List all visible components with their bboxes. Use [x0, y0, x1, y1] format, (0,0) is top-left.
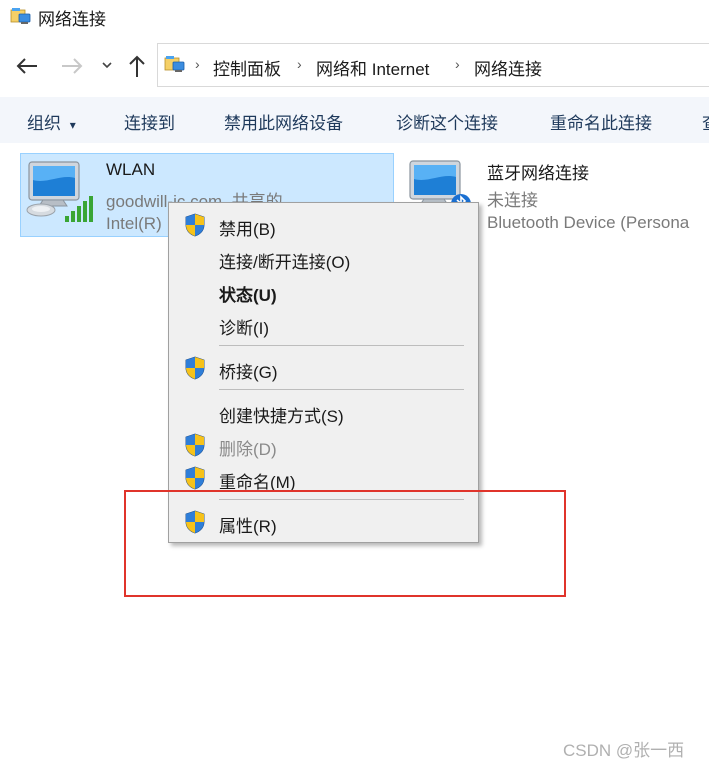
menu-item-label: 连接/断开连接(O): [219, 253, 351, 272]
address-bar[interactable]: › 控制面板 › 网络和 Internet › 网络连接: [157, 43, 709, 87]
uac-shield-icon: [184, 466, 206, 490]
network-connections-icon: [164, 55, 186, 75]
breadcrumb-separator-icon[interactable]: ›: [455, 56, 460, 72]
uac-shield-icon: [184, 433, 206, 457]
menu-item-label: 创建快捷方式(S): [219, 407, 344, 426]
menu-item-disable[interactable]: 禁用(B): [169, 209, 478, 241]
title-bar: 网络连接: [0, 0, 709, 36]
menu-item-create-shortcut[interactable]: 创建快捷方式(S): [169, 396, 478, 428]
menu-separator: [219, 345, 464, 346]
menu-item-label: 桥接(G): [219, 363, 278, 382]
window-title: 网络连接: [38, 10, 106, 29]
network-connections-icon: [10, 7, 32, 27]
organize-button[interactable]: 组织 ▾: [27, 109, 76, 134]
uac-shield-icon: [184, 213, 206, 237]
disable-device-button[interactable]: 禁用此网络设备: [224, 109, 343, 134]
breadcrumb-separator-icon[interactable]: ›: [195, 56, 200, 72]
diagnose-connection-button[interactable]: 诊断这个连接: [396, 109, 498, 134]
connect-to-button[interactable]: 连接到: [124, 109, 175, 134]
recent-locations-chevron-icon[interactable]: [101, 57, 113, 73]
breadcrumb-control-panel[interactable]: 控制面板: [213, 55, 281, 80]
menu-item-label: 禁用(B): [219, 220, 276, 239]
highlight-annotation-box: [124, 490, 566, 597]
dropdown-arrow-icon: ▾: [69, 118, 76, 132]
menu-item-delete: 删除(D): [169, 429, 478, 461]
menu-item-label: 状态(U): [219, 286, 277, 305]
breadcrumb-network-internet[interactable]: 网络和 Internet: [316, 55, 429, 80]
breadcrumb-separator-icon[interactable]: ›: [297, 56, 302, 72]
connection-status: 未连接: [487, 191, 538, 210]
breadcrumb-network-connections[interactable]: 网络连接: [474, 55, 542, 80]
menu-item-connect-disconnect[interactable]: 连接/断开连接(O): [169, 242, 478, 274]
menu-separator: [219, 389, 464, 390]
menu-item-diagnose[interactable]: 诊断(I): [169, 308, 478, 340]
menu-item-label: 删除(D): [219, 440, 277, 459]
wifi-signal-icon: [65, 196, 93, 222]
forward-arrow-icon[interactable]: [60, 55, 84, 81]
connection-device: Intel(R): [106, 214, 162, 233]
organize-label: 组织: [27, 114, 61, 133]
command-toolbar: 组织 ▾ 连接到 禁用此网络设备 诊断这个连接 重命名此连接 查: [0, 97, 709, 143]
connection-name: WLAN: [106, 160, 156, 179]
menu-item-status[interactable]: 状态(U): [169, 275, 478, 307]
rename-connection-button[interactable]: 重命名此连接: [550, 109, 652, 134]
menu-item-bridge[interactable]: 桥接(G): [169, 352, 478, 384]
connection-name: 蓝牙网络连接: [487, 164, 589, 183]
back-arrow-icon[interactable]: [15, 55, 39, 81]
up-arrow-icon[interactable]: [127, 53, 147, 83]
view-status-button[interactable]: 查: [702, 109, 709, 134]
connection-device: Bluetooth Device (Persona: [487, 213, 690, 232]
menu-item-label: 诊断(I): [219, 319, 270, 338]
uac-shield-icon: [184, 356, 206, 380]
watermark: CSDN @张一西: [563, 741, 685, 760]
